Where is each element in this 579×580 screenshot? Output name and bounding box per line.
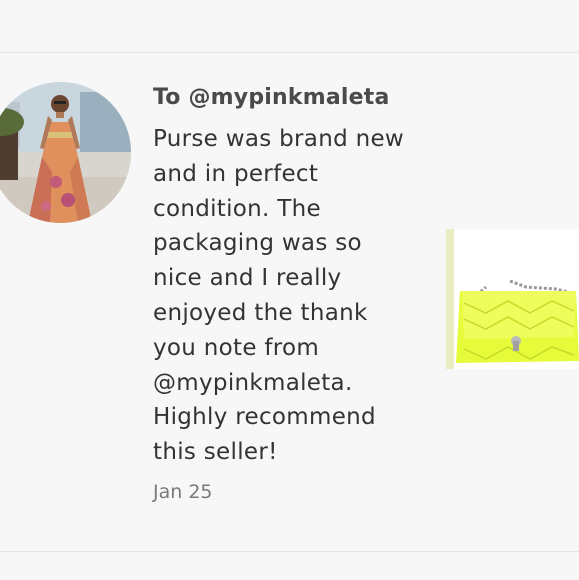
avatar-photo-icon [0, 82, 131, 223]
reviewer-avatar[interactable] [0, 82, 131, 223]
review-content: To @mypinkmaleta Purse was brand new and… [153, 84, 433, 504]
purse-photo-icon [446, 229, 579, 369]
top-divider [0, 52, 579, 53]
bottom-divider [0, 551, 579, 552]
review-recipient[interactable]: To @mypinkmaleta [153, 84, 433, 112]
review-text: Purse was brand new and in perfect condi… [153, 126, 405, 466]
review-date: Jan 25 [153, 480, 213, 503]
product-thumbnail[interactable] [446, 229, 579, 369]
